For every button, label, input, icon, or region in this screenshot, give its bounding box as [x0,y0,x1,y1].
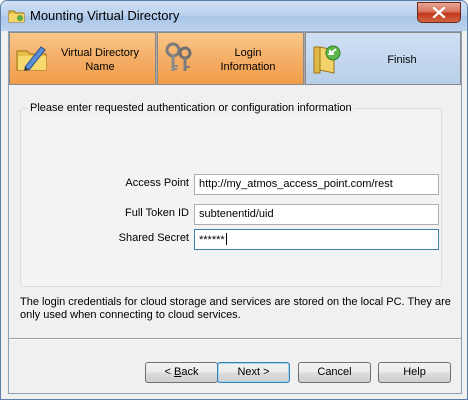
step-virtual-directory-name: Virtual Directory Name [9,32,156,85]
full-token-id-label: Full Token ID [125,207,189,219]
back-button-rest: ack [181,366,199,378]
step-label-line: Finish [387,54,417,66]
app-folder-icon [8,10,25,23]
finish-folder-arrow-icon [313,45,341,74]
close-button[interactable] [417,2,461,23]
title-bar[interactable]: Mounting Virtual Directory [1,1,467,31]
step-finish: Finish [305,32,461,85]
cancel-button[interactable]: Cancel [298,362,371,383]
shared-secret-value: ****** [199,234,225,246]
dialog-client-area: Virtual Directory Name Login Information [8,31,462,394]
wizard-steps: Virtual Directory Name Login Information [9,32,461,85]
next-button[interactable]: Next > [217,362,290,383]
group-frame [20,108,442,287]
close-icon [432,7,446,18]
full-token-id-value: subtenentid/uid [199,208,274,220]
credentials-note: The login credentials for cloud storage … [20,296,451,321]
access-point-input[interactable]: http://my_atmos_access_point.com/rest [194,174,439,195]
shared-secret-label: Shared Secret [118,232,189,244]
keys-icon [165,42,192,71]
dialog-window: Mounting Virtual Directory Virtual Direc… [0,0,468,400]
full-token-id-input[interactable]: subtenentid/uid [194,204,439,225]
step-login-information: Login Information [157,32,304,85]
step-label-line: Information [220,61,276,73]
help-button[interactable]: Help [378,362,451,383]
shared-secret-input[interactable]: ****** [194,229,439,250]
access-point-label: Access Point [125,177,189,189]
folder-pencil-icon [16,46,47,71]
step-label-line: Name [85,61,115,73]
group-caption: Please enter requested authentication or… [28,102,354,114]
text-caret [225,233,227,245]
access-point-value: http://my_atmos_access_point.com/rest [199,178,393,190]
back-button-prefix: < [164,366,174,378]
back-button[interactable]: < Back [145,362,218,383]
authentication-group: Please enter requested authentication or… [20,102,442,287]
button-divider [9,338,461,340]
step-label-line: Virtual Directory [60,47,140,59]
step-label-line: Login [234,47,262,59]
window-title: Mounting Virtual Directory [30,8,180,23]
